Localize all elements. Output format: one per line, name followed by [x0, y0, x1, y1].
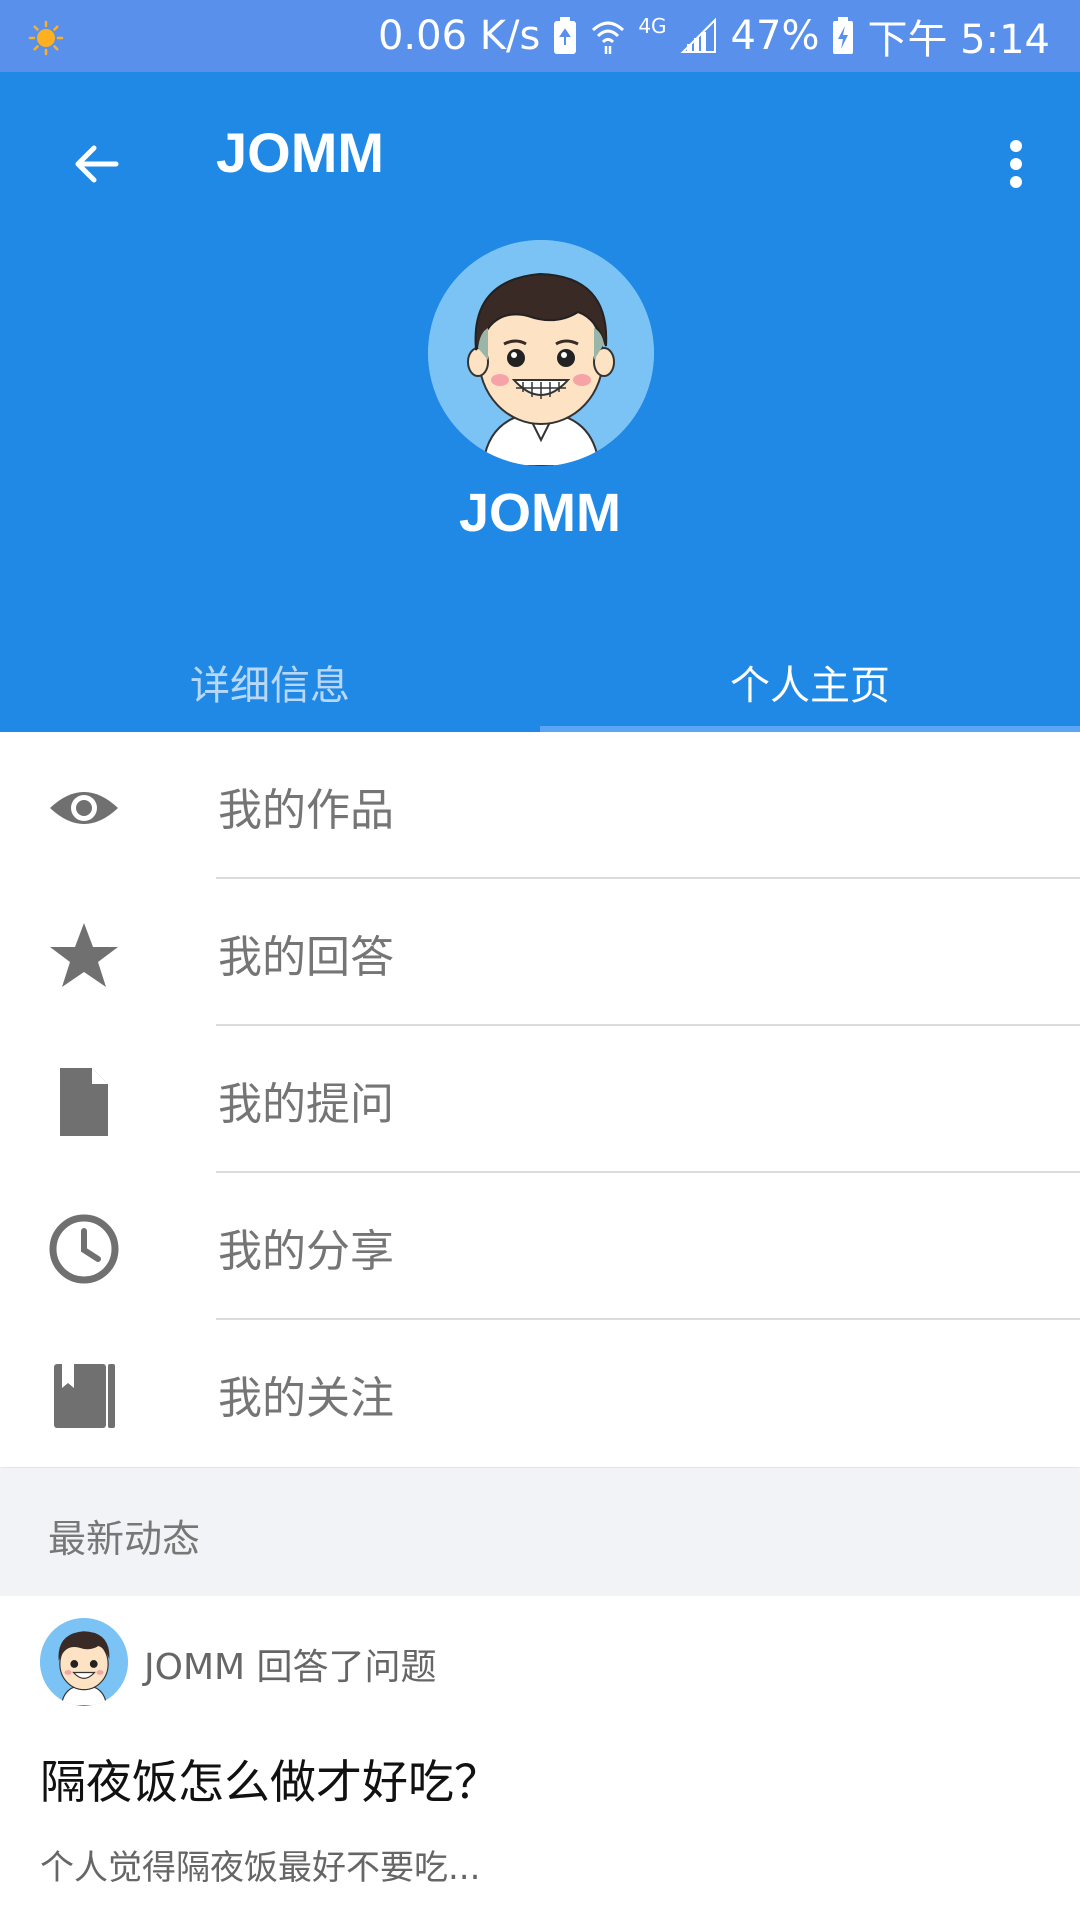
tab-label: 个人主页	[730, 663, 890, 709]
cartoon-avatar-image	[428, 240, 654, 466]
menu-item-my-questions[interactable]: 我的提问	[0, 1026, 1080, 1173]
battery-charging-icon	[831, 16, 855, 56]
more-options-button[interactable]	[992, 126, 1040, 202]
menu-item-label: 我的关注	[218, 1372, 394, 1424]
menu-item-label: 我的回答	[218, 931, 394, 983]
battery-saver-icon	[552, 16, 578, 56]
battery-percent: 47%	[730, 13, 820, 59]
cartoon-avatar-image	[40, 1618, 128, 1706]
star-icon	[46, 917, 122, 993]
menu-item-my-follows[interactable]: 我的关注	[0, 1320, 1080, 1467]
profile-name: JOMM	[459, 483, 621, 543]
more-vertical-icon	[1010, 140, 1022, 188]
menu-item-my-answers[interactable]: 我的回答	[0, 879, 1080, 1026]
tab-homepage[interactable]: 个人主页	[540, 632, 1080, 732]
feed-excerpt: 个人觉得隔夜饭最好不要吃...	[40, 1848, 481, 1888]
feed-title[interactable]: 隔夜饭怎么做才好吃？	[40, 1746, 500, 1812]
feed-item[interactable]: JOMM 回答了问题 隔夜饭怎么做才好吃？ 个人觉得隔夜饭最好不要吃...	[0, 1596, 1080, 1920]
avatar[interactable]	[428, 240, 654, 466]
feed-meta: JOMM 回答了问题	[144, 1647, 437, 1688]
document-icon	[46, 1064, 122, 1140]
menu-item-my-shares[interactable]: 我的分享	[0, 1173, 1080, 1320]
section-header: 最新动态	[0, 1468, 1080, 1596]
weather-sun-icon	[28, 20, 64, 56]
menu-item-label: 我的作品	[218, 784, 394, 836]
menu-item-label: 我的分享	[218, 1225, 394, 1277]
arrow-left-icon	[75, 145, 119, 183]
clock-time: 下午 5:14	[867, 17, 1050, 63]
profile-header: JOMM JOMM 详细信息 个人主页	[0, 72, 1080, 732]
menu-item-label: 我的提问	[218, 1078, 394, 1130]
section-title: 最新动态	[48, 1517, 201, 1561]
tab-bar: 详细信息 个人主页	[0, 632, 1080, 732]
back-button[interactable]	[58, 126, 134, 202]
menu-item-my-works[interactable]: 我的作品	[0, 732, 1080, 879]
eye-icon	[46, 770, 122, 846]
signal-icon	[679, 16, 719, 56]
tab-label: 详细信息	[190, 663, 350, 709]
network-speed: 0.06 K/s	[377, 13, 541, 59]
network-type: 4G	[638, 14, 667, 38]
status-bar: 0.06 K/s 4G 47% 下午 5:14	[0, 0, 1080, 72]
wifi-icon	[590, 16, 626, 56]
profile-menu-list: 我的作品 我的回答 我的提问 我的分享 我的关注	[0, 732, 1080, 1467]
book-icon	[46, 1358, 122, 1434]
tab-details[interactable]: 详细信息	[0, 632, 540, 732]
feed-avatar[interactable]	[40, 1618, 128, 1706]
page-title: JOMM	[216, 121, 384, 184]
clock-icon	[46, 1211, 122, 1287]
